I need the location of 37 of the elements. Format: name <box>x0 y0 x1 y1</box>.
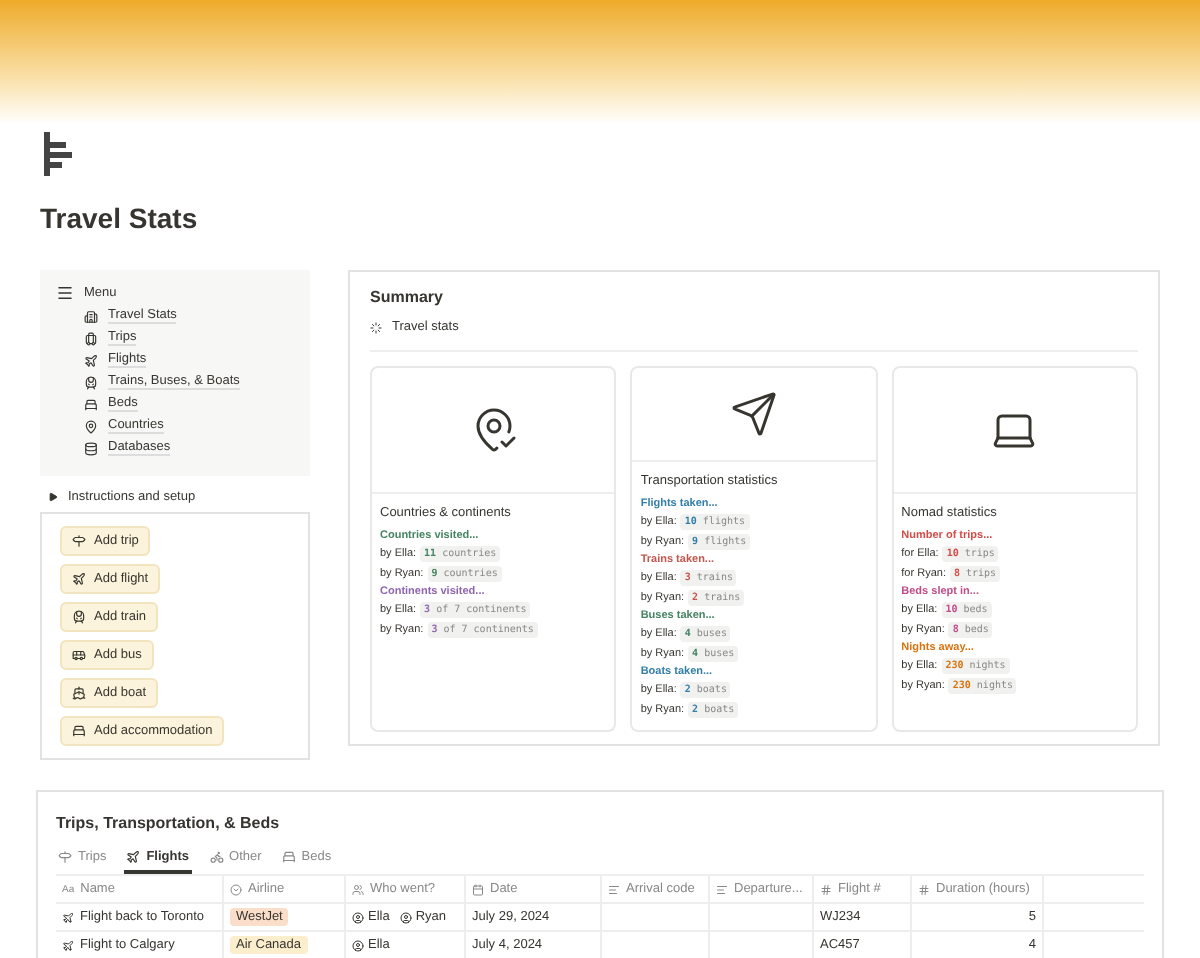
column-type-icon <box>820 883 832 895</box>
menu-icon[interactable] <box>56 284 74 302</box>
tab-icon <box>126 850 141 864</box>
menu-item-icon <box>84 419 98 433</box>
toggle-triangle-icon[interactable] <box>48 492 58 502</box>
menu-item-icon <box>84 353 98 367</box>
button-icon <box>72 686 86 700</box>
person-icon <box>399 911 412 923</box>
airplane-icon <box>62 911 74 923</box>
column-type-icon <box>230 883 242 895</box>
page-title: Travel Stats <box>40 202 200 234</box>
view-icon <box>370 321 382 333</box>
card-icon <box>729 390 778 438</box>
column-type-icon <box>608 883 620 895</box>
button-icon <box>72 724 86 738</box>
menu-item-icon <box>84 309 98 323</box>
button-icon <box>72 572 86 586</box>
person-icon <box>352 911 364 923</box>
person-icon <box>352 939 364 951</box>
column-type-icon <box>716 883 728 895</box>
menu-item-icon <box>84 397 98 411</box>
tab-icon <box>209 850 224 864</box>
tab-icon <box>281 850 296 864</box>
column-type-icon <box>352 883 364 895</box>
menu-item-icon <box>84 441 98 455</box>
button-icon <box>72 610 86 624</box>
menu-item-icon <box>84 331 98 345</box>
menu-item-icon <box>84 375 98 389</box>
button-icon <box>72 534 86 548</box>
column-type-icon <box>918 883 930 895</box>
column-type-icon <box>472 883 484 895</box>
database-title: Trips, Transportation, & Beds <box>56 814 280 832</box>
airplane-icon <box>62 939 74 951</box>
summary-title: Summary <box>370 288 445 306</box>
button-icon <box>72 648 86 662</box>
page-icon <box>40 132 76 176</box>
tab-icon <box>58 850 72 864</box>
